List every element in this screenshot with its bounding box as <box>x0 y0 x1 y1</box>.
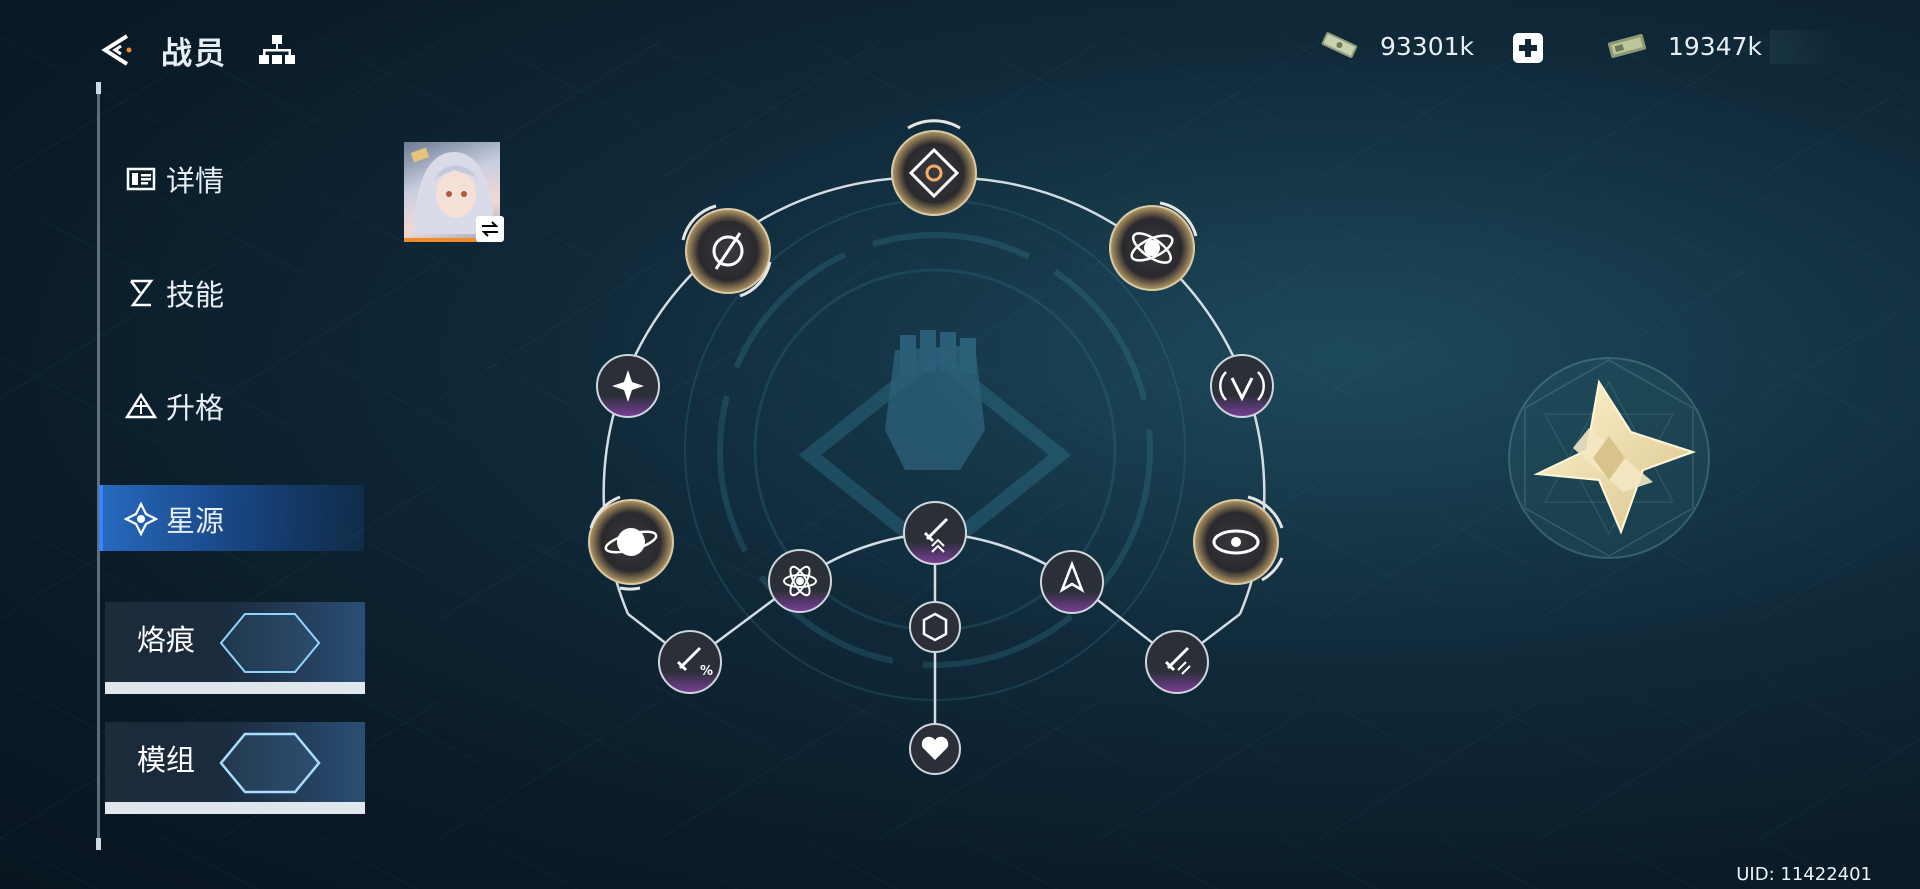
star-node-health[interactable] <box>909 723 961 775</box>
star-node-left-small[interactable] <box>596 354 660 418</box>
star-node-defense[interactable] <box>909 601 961 653</box>
star-node-middle-left[interactable] <box>588 495 674 591</box>
star-node-middle-right[interactable] <box>1193 495 1284 585</box>
star-core-button[interactable] <box>1503 352 1715 564</box>
star-node-sword-up[interactable] <box>903 501 967 565</box>
user-id: UID: 11422401 <box>1736 864 1872 885</box>
star-node-upper-right[interactable] <box>1109 201 1198 291</box>
star-node-upper-left[interactable] <box>681 204 772 298</box>
star-emblem-icon <box>1508 357 1710 559</box>
star-node-crest[interactable] <box>1040 550 1104 614</box>
star-node-right-small[interactable] <box>1210 354 1274 418</box>
star-node-crit[interactable]: % <box>658 630 722 694</box>
star-node-boost[interactable] <box>1145 630 1209 694</box>
svg-text:%: % <box>700 664 713 679</box>
star-node-top[interactable] <box>891 119 977 216</box>
atom-icon <box>796 577 804 585</box>
star-node-atom[interactable] <box>768 549 832 613</box>
